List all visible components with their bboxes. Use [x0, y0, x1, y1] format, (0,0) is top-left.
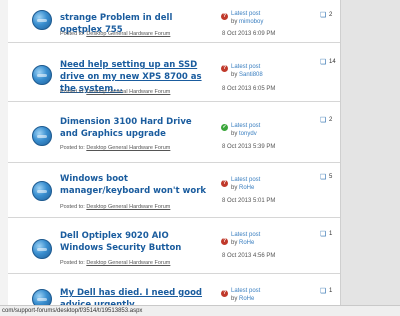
- globe-thread-icon: [32, 10, 52, 30]
- latest-post-link[interactable]: Latest post: [231, 177, 260, 183]
- thread-title-link[interactable]: Dimension 3100 Hard Drive and Graphics u…: [60, 116, 208, 140]
- post-date: 8 Oct 2013 6:09 PM: [222, 31, 276, 37]
- reply-bubble-icon: ❏: [320, 59, 327, 66]
- reply-count: 14: [329, 59, 336, 65]
- by-label: by: [231, 131, 238, 137]
- reply-count: 1: [329, 231, 333, 237]
- thread-row: Dimension 3100 Hard Drive and Graphics u…: [8, 102, 340, 163]
- thread-title-link[interactable]: Dell Optiplex 9020 AIO Windows Security …: [60, 230, 208, 254]
- author-link[interactable]: tonydv: [239, 131, 257, 137]
- author-link[interactable]: mimoboy: [239, 19, 263, 25]
- thread-title-link[interactable]: Windows boot manager/keyboard won't work: [60, 173, 208, 197]
- latest-post-link[interactable]: Latest post: [231, 64, 260, 70]
- author-link[interactable]: RoHe: [239, 185, 254, 191]
- browser-status-bar: com/support-forums/desktop/f/3514/t/1951…: [0, 305, 400, 316]
- post-date: 8 Oct 2013 6:05 PM: [222, 86, 276, 92]
- reply-count: 2: [329, 12, 333, 18]
- author-link[interactable]: Santi808: [239, 72, 263, 78]
- latest-post-link[interactable]: Latest post: [231, 288, 260, 294]
- reply-bubble-icon: ❏: [320, 174, 327, 181]
- latest-post-link[interactable]: Latest post: [231, 123, 260, 129]
- by-label: by: [231, 240, 238, 246]
- author-link[interactable]: RoHe: [239, 296, 254, 302]
- forum-page: strange Problem in dell opetplex 755 Pos…: [0, 0, 400, 316]
- thread-row: Need help setting up an SSD drive on my …: [8, 43, 340, 102]
- by-line: by RoHe: [231, 296, 254, 302]
- forum-link[interactable]: Desktop General Hardware Forum: [86, 204, 170, 210]
- latest-post-link[interactable]: Latest post: [231, 232, 260, 238]
- question-status-icon: ?: [221, 180, 228, 187]
- reply-bubble-icon: ❏: [320, 12, 327, 19]
- reply-bubble-icon: ❏: [320, 288, 327, 295]
- reply-count: 1: [329, 288, 333, 294]
- thread-row: Windows boot manager/keyboard won't work…: [8, 163, 340, 218]
- posted-to-label: Posted to:: [60, 89, 85, 95]
- check-status-icon: ✓: [221, 124, 228, 131]
- question-status-icon: ?: [221, 238, 228, 245]
- posted-to: Posted to: Desktop General Hardware Foru…: [60, 204, 170, 210]
- forum-link[interactable]: Desktop General Hardware Forum: [86, 89, 170, 95]
- by-label: by: [231, 72, 238, 78]
- author-link[interactable]: RoHe: [239, 240, 254, 246]
- by-label: by: [231, 296, 238, 302]
- by-line: by RoHe: [231, 185, 254, 191]
- forum-link[interactable]: Desktop General Hardware Forum: [86, 145, 170, 151]
- forum-link[interactable]: Desktop General Hardware Forum: [86, 260, 170, 266]
- globe-thread-icon: [32, 239, 52, 259]
- posted-to-label: Posted to:: [60, 31, 85, 37]
- globe-thread-icon: [32, 126, 52, 146]
- thread-list: strange Problem in dell opetplex 755 Pos…: [8, 0, 340, 316]
- reply-count: 2: [329, 117, 333, 123]
- reply-count: 5: [329, 174, 333, 180]
- post-date: 8 Oct 2013 5:01 PM: [222, 198, 276, 204]
- by-line: by RoHe: [231, 240, 254, 246]
- posted-to: Posted to: Desktop General Hardware Foru…: [60, 145, 170, 151]
- post-date: 8 Oct 2013 5:39 PM: [222, 144, 276, 150]
- post-date: 8 Oct 2013 4:56 PM: [222, 253, 276, 259]
- posted-to: Posted to: Desktop General Hardware Foru…: [60, 260, 170, 266]
- by-line: by Santi808: [231, 72, 263, 78]
- by-label: by: [231, 19, 238, 25]
- right-side-panel: [340, 0, 400, 316]
- thread-row: Dell Optiplex 9020 AIO Windows Security …: [8, 218, 340, 274]
- question-status-icon: ?: [221, 65, 228, 72]
- by-line: by mimoboy: [231, 19, 263, 25]
- question-status-icon: ?: [221, 13, 228, 20]
- thread-row: strange Problem in dell opetplex 755 Pos…: [8, 0, 340, 43]
- by-line: by tonydv: [231, 131, 257, 137]
- reply-bubble-icon: ❏: [320, 117, 327, 124]
- posted-to: Posted to: Desktop General Hardware Foru…: [60, 89, 170, 95]
- latest-post-link[interactable]: Latest post: [231, 11, 260, 17]
- posted-to: Posted to: Desktop General Hardware Foru…: [60, 31, 170, 37]
- question-status-icon: ?: [221, 290, 228, 297]
- posted-to-label: Posted to:: [60, 145, 85, 151]
- globe-thread-icon: [32, 181, 52, 201]
- by-label: by: [231, 185, 238, 191]
- posted-to-label: Posted to:: [60, 260, 85, 266]
- reply-bubble-icon: ❏: [320, 231, 327, 238]
- posted-to-label: Posted to:: [60, 204, 85, 210]
- forum-link[interactable]: Desktop General Hardware Forum: [86, 31, 170, 37]
- globe-thread-icon: [32, 65, 52, 85]
